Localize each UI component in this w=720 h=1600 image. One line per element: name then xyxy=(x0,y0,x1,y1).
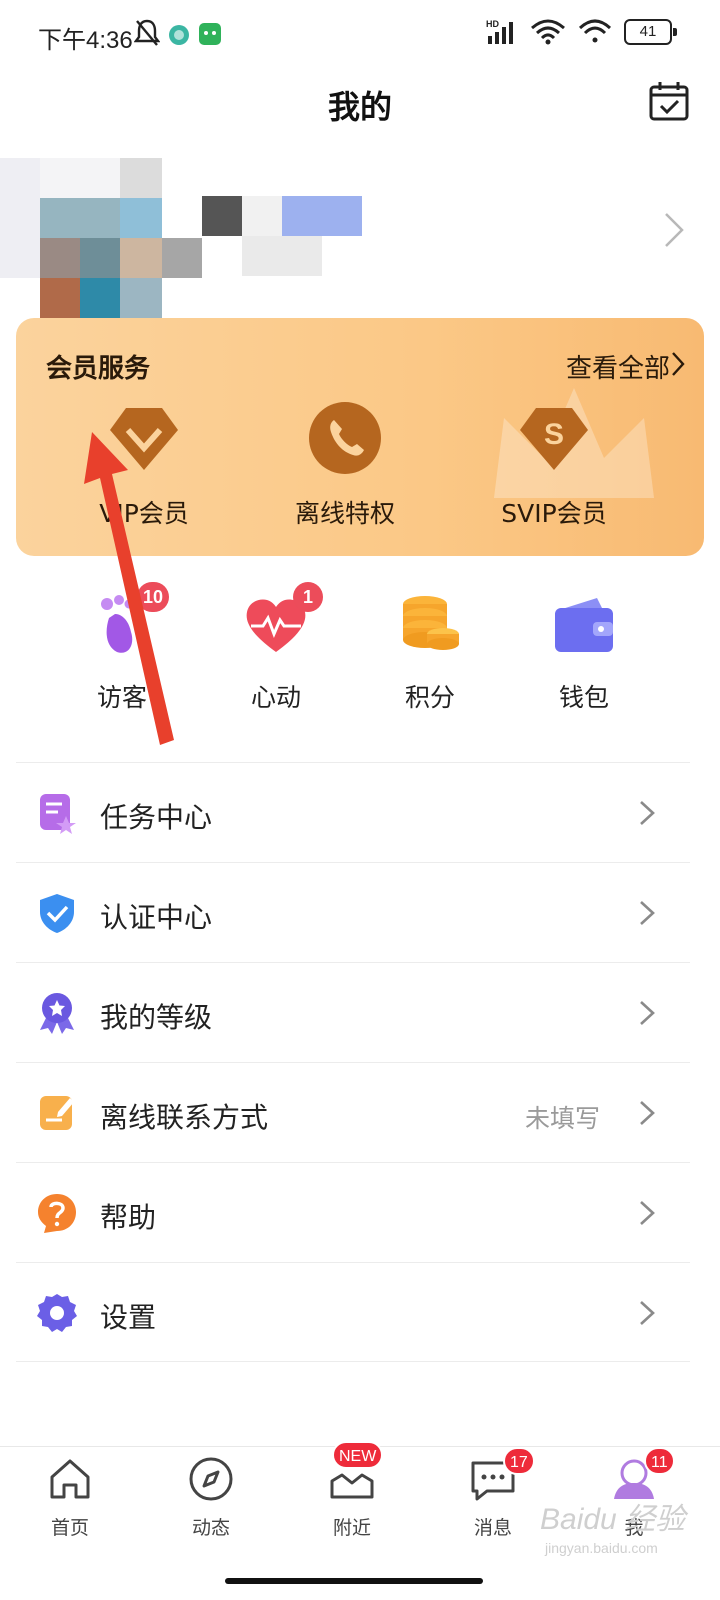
menu-list: 任务中心 认证中心 我的等级 离线联系方式 未填写 帮助 设置 xyxy=(16,762,690,1362)
menu-label: 设置 xyxy=(100,1301,157,1334)
bell-muted-icon xyxy=(134,19,160,46)
wallet-entry[interactable]: 钱包 xyxy=(524,590,644,714)
baidu-watermark: Baidu 经验 xyxy=(540,1503,686,1536)
heartbeat-entry[interactable]: 1 心动 xyxy=(216,582,336,714)
messages-badge: 17 xyxy=(503,1447,535,1475)
phone-icon xyxy=(309,402,381,474)
help-icon xyxy=(38,1194,76,1233)
wallet-label: 钱包 xyxy=(558,683,609,712)
app-notification-icon-2 xyxy=(199,23,221,45)
coins-icon xyxy=(403,596,459,650)
wallet-icon xyxy=(555,598,613,652)
member-service-title: 会员服务 xyxy=(46,354,151,384)
chevron-right-icon xyxy=(640,1301,655,1325)
shield-check-icon xyxy=(40,894,74,933)
vip-member-button[interactable]: VIP会员 xyxy=(44,400,244,530)
visitors-label: 访客 xyxy=(96,683,147,712)
visitors-entry[interactable]: 10 访客 xyxy=(62,582,182,714)
tab-nearby[interactable]: NEW 附近 xyxy=(302,1441,402,1540)
profile-card[interactable] xyxy=(0,152,720,322)
chevron-right-icon[interactable] xyxy=(670,350,686,378)
menu-item-my-level[interactable]: 我的等级 xyxy=(16,962,690,1062)
tab-home[interactable]: 首页 xyxy=(20,1455,120,1540)
menu-item-offline-contact[interactable]: 离线联系方式 未填写 xyxy=(16,1062,690,1162)
offline-privilege-button[interactable]: 离线特权 xyxy=(245,400,445,530)
me-badge: 11 xyxy=(644,1447,675,1475)
wifi-icon-2 xyxy=(578,19,612,43)
chevron-right-icon xyxy=(665,213,684,247)
status-bar: 下午4:36 HD 41 xyxy=(0,0,720,72)
menu-item-task-center[interactable]: 任务中心 xyxy=(16,762,690,862)
menu-label: 我的等级 xyxy=(100,1001,213,1034)
status-time: 下午4:36 xyxy=(38,27,133,54)
home-indicator[interactable] xyxy=(225,1578,483,1584)
tab-label: 动态 xyxy=(191,1517,230,1539)
offline-privilege-label: 离线特权 xyxy=(294,499,395,528)
home-icon xyxy=(50,1459,90,1499)
menu-label: 任务中心 xyxy=(100,801,213,834)
tab-messages[interactable]: 17 消息 xyxy=(443,1447,543,1540)
points-label: 积分 xyxy=(404,683,455,712)
menu-label: 认证中心 xyxy=(100,901,213,934)
calendar-check-icon[interactable] xyxy=(648,80,690,122)
menu-item-help[interactable]: 帮助 xyxy=(16,1162,690,1262)
points-entry[interactable]: 积分 xyxy=(370,590,490,714)
wifi-icon xyxy=(531,19,565,45)
heartbeat-badge: 1 xyxy=(293,582,323,612)
medal-icon xyxy=(40,993,74,1034)
svip-diamond-icon: S xyxy=(520,408,588,470)
tab-label: 消息 xyxy=(473,1517,512,1539)
chevron-right-icon xyxy=(640,1001,655,1025)
tab-feed[interactable]: 动态 xyxy=(161,1455,261,1540)
member-service-card: 会员服务 查看全部 VIP会员 离线特权 S SVIP会员 xyxy=(16,318,704,556)
battery-indicator: 41 xyxy=(624,19,677,45)
svg-text:S: S xyxy=(544,418,564,451)
edit-note-icon xyxy=(40,1096,74,1130)
heartbeat-label: 心动 xyxy=(250,683,301,712)
menu-item-verification-center[interactable]: 认证中心 xyxy=(16,862,690,962)
app-notification-icon xyxy=(169,25,189,45)
status-right: HD 41 xyxy=(486,18,677,46)
menu-value: 未填写 xyxy=(524,1104,600,1133)
quick-entries: 10 访客 1 心动 积分 钱包 xyxy=(0,582,720,730)
baidu-watermark-url: jingyan.baidu.com xyxy=(545,1540,658,1556)
chevron-right-icon xyxy=(640,1201,655,1225)
chevron-right-icon xyxy=(640,801,655,825)
compass-icon xyxy=(189,1457,233,1501)
vip-diamond-icon xyxy=(110,408,178,470)
chevron-right-icon xyxy=(640,1101,655,1125)
page-header: 我的 xyxy=(0,72,720,152)
view-all-link[interactable]: 查看全部 xyxy=(566,348,670,385)
vip-member-label: VIP会员 xyxy=(99,499,189,528)
svip-member-label: SVIP会员 xyxy=(501,499,607,528)
gear-icon xyxy=(37,1294,77,1332)
nearby-new-badge: NEW xyxy=(332,1441,384,1469)
menu-item-settings[interactable]: 设置 xyxy=(16,1262,690,1362)
menu-label: 离线联系方式 xyxy=(100,1101,269,1134)
task-icon xyxy=(40,794,76,834)
chevron-right-icon xyxy=(640,901,655,925)
menu-label: 帮助 xyxy=(100,1201,157,1234)
tab-label: 首页 xyxy=(50,1517,89,1539)
signal-icon: HD xyxy=(486,19,513,44)
tab-label: 附近 xyxy=(332,1517,371,1539)
svg-text:HD: HD xyxy=(486,19,499,29)
page-title: 我的 xyxy=(327,88,392,126)
visitors-badge: 10 xyxy=(136,582,169,612)
svip-member-button[interactable]: S SVIP会员 xyxy=(454,400,654,530)
